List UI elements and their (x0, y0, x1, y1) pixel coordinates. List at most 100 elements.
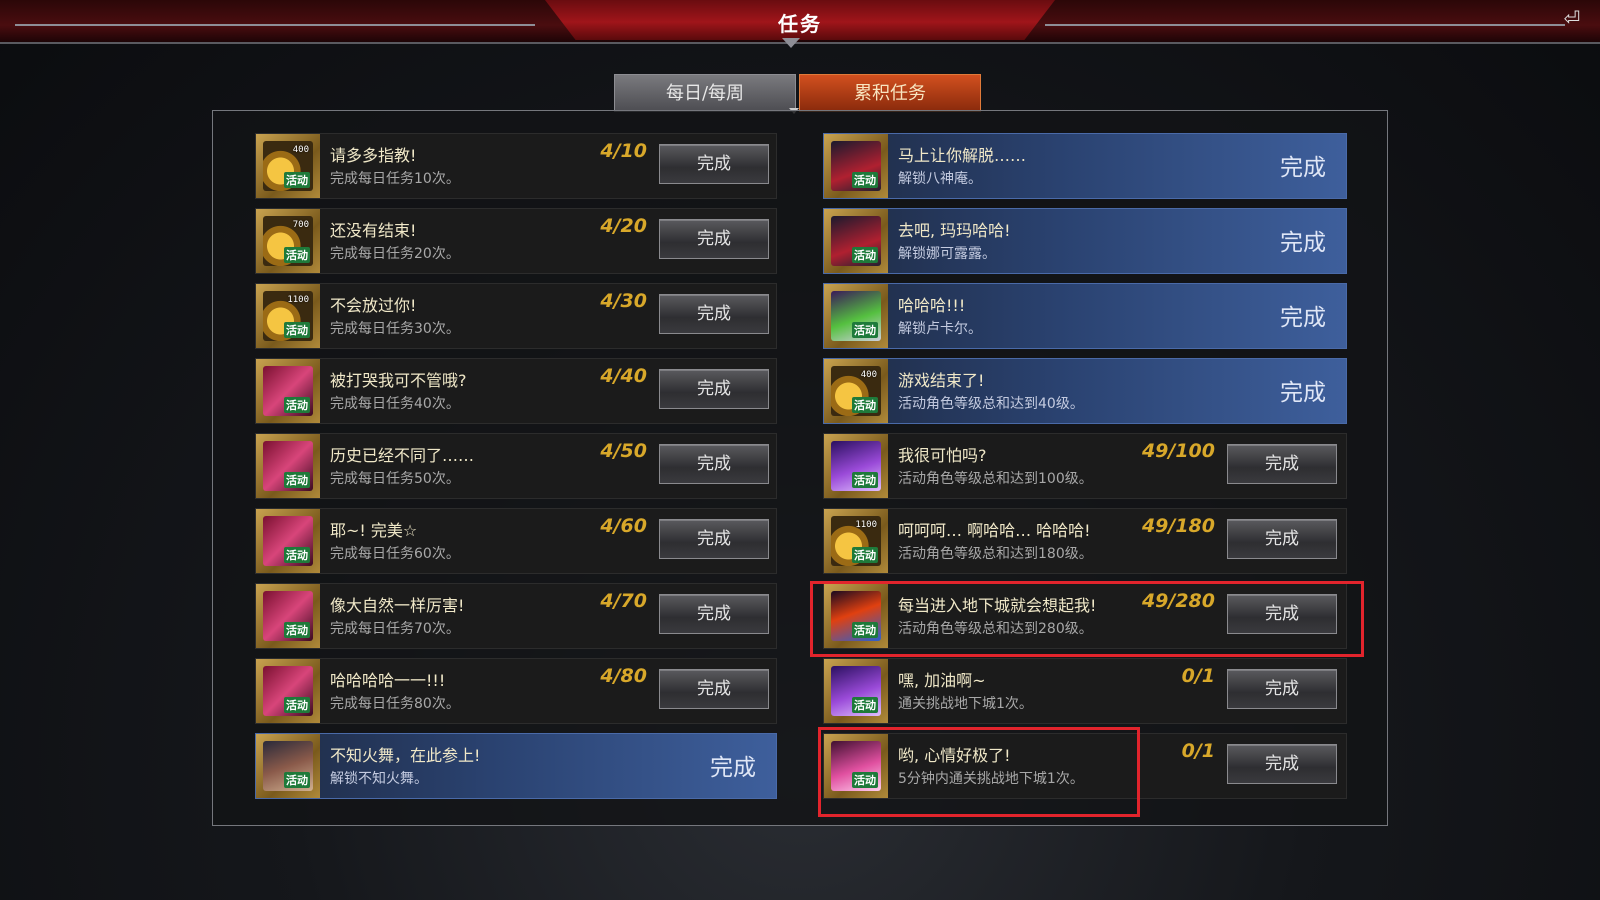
event-badge: 活动 (284, 322, 310, 338)
dancer-portrait-icon: 活动 (263, 741, 313, 791)
quest-row: 活动 哈哈哈哈一一!!! 完成每日任务80次。 4/80 完成 (255, 658, 777, 724)
quest-description: 完成每日任务50次。 (330, 471, 460, 487)
quest-progress: 0/1 (1181, 740, 1215, 762)
complete-button[interactable]: 完成 (1227, 519, 1337, 559)
picture-card-icon: 活动 (263, 591, 313, 641)
icon-frame: 400 活动 (256, 134, 320, 198)
quest-progress: 4/80 (600, 665, 647, 687)
page-title: 任务 (778, 12, 822, 36)
sword-icon: 活动 (831, 591, 881, 641)
complete-button[interactable]: 完成 (1227, 444, 1337, 484)
icon-frame: 活动 (824, 284, 888, 348)
quest-title: 被打哭我可不管哦? (330, 371, 467, 390)
quest-title: 马上让你解脱…… (898, 146, 1027, 165)
complete-button[interactable]: 完成 (659, 294, 769, 334)
complete-button[interactable]: 完成 (1227, 594, 1337, 634)
completed-label: 完成 (1280, 380, 1326, 406)
complete-button[interactable]: 完成 (659, 519, 769, 559)
event-badge: 活动 (284, 172, 310, 188)
quest-description: 活动角色等级总和达到100级。 (898, 471, 1093, 487)
quest-row: 活动 马上让你解脱…… 解锁八神庵。 完成 (823, 133, 1347, 199)
completed-label: 完成 (1280, 305, 1326, 331)
coin-reward-icon: 400 活动 (831, 366, 881, 416)
icon-reward-amount: 700 (292, 220, 309, 230)
quest-row: 活动 去吧, 玛玛哈哈! 解锁娜可露露。 完成 (823, 208, 1347, 274)
icon-frame: 活动 (824, 434, 888, 498)
quest-title: 哈哈哈!!! (898, 296, 966, 315)
quest-description: 解锁八神庵。 (898, 171, 982, 187)
quest-description: 5分钟内通关挑战地下城1次。 (898, 771, 1084, 787)
quest-title: 请多多指教! (330, 146, 417, 165)
complete-button[interactable]: 完成 (1227, 669, 1337, 709)
event-badge: 活动 (284, 472, 310, 488)
icon-frame: 活动 (256, 359, 320, 423)
quest-row: 活动 耶~! 完美☆ 完成每日任务60次。 4/60 完成 (255, 508, 777, 574)
quest-row: 活动 被打哭我可不管哦? 完成每日任务40次。 4/40 完成 (255, 358, 777, 424)
heart-chest-icon: 活动 (831, 741, 881, 791)
icon-frame: 活动 (824, 134, 888, 198)
event-badge: 活动 (852, 697, 878, 713)
quest-description: 完成每日任务30次。 (330, 321, 460, 337)
quest-row: 400 活动 游戏结束了! 活动角色等级总和达到40级。 完成 (823, 358, 1347, 424)
quest-description: 解锁卢卡尔。 (898, 321, 982, 337)
quest-panel: 400 活动 请多多指教! 完成每日任务10次。 4/10 完成 700 活动 还没有结束! 完成… (212, 110, 1388, 826)
complete-button[interactable]: 完成 (659, 369, 769, 409)
quest-title: 每当进入地下城就会想起我! (898, 596, 1097, 615)
character-portrait-icon: 活动 (831, 216, 881, 266)
icon-frame: 1100 活动 (256, 284, 320, 348)
quest-description: 完成每日任务80次。 (330, 696, 460, 712)
quest-progress: 49/180 (1141, 515, 1215, 537)
quest-description: 活动角色等级总和达到40级。 (898, 396, 1084, 412)
character-portrait-icon: 活动 (831, 141, 881, 191)
quest-row: 活动 历史已经不同了…… 完成每日任务50次。 4/50 完成 (255, 433, 777, 499)
quest-progress: 4/20 (600, 215, 647, 237)
quest-description: 完成每日任务60次。 (330, 546, 460, 562)
event-badge: 活动 (852, 772, 878, 788)
complete-button[interactable]: 完成 (659, 444, 769, 484)
coin-reward-icon: 1100 活动 (831, 516, 881, 566)
icon-reward-amount: 1100 (855, 520, 877, 530)
icon-reward-amount: 1100 (287, 295, 309, 305)
quest-row: 1100 活动 不会放过你! 完成每日任务30次。 4/30 完成 (255, 283, 777, 349)
quest-description: 完成每日任务10次。 (330, 171, 460, 187)
quest-description: 完成每日任务20次。 (330, 246, 460, 262)
picture-card-icon: 活动 (263, 666, 313, 716)
quest-title: 耶~! 完美☆ (330, 521, 418, 540)
quest-progress: 4/50 (600, 440, 647, 462)
quest-title: 游戏结束了! (898, 371, 985, 390)
quest-row: 活动 每当进入地下城就会想起我! 活动角色等级总和达到280级。 49/280 完成 (823, 583, 1347, 649)
quest-row: 活动 哈哈哈!!! 解锁卢卡尔。 完成 (823, 283, 1347, 349)
quest-title: 还没有结束! (330, 221, 417, 240)
quest-description: 通关挑战地下城1次。 (898, 696, 1033, 712)
complete-button[interactable]: 完成 (659, 594, 769, 634)
icon-frame: 活动 (824, 209, 888, 273)
complete-button[interactable]: 完成 (659, 219, 769, 259)
quest-description: 解锁娜可露露。 (898, 246, 996, 262)
event-badge: 活动 (284, 772, 310, 788)
quest-row: 活动 哟, 心情好极了! 5分钟内通关挑战地下城1次。 0/1 完成 (823, 733, 1347, 799)
quest-progress: 49/280 (1141, 590, 1215, 612)
complete-button[interactable]: 完成 (659, 669, 769, 709)
quest-title: 去吧, 玛玛哈哈! (898, 221, 1011, 240)
completed-label: 完成 (1280, 230, 1326, 256)
complete-button[interactable]: 完成 (659, 144, 769, 184)
icon-frame: 活动 (824, 584, 888, 648)
quest-title: 像大自然一样厉害! (330, 596, 465, 615)
event-badge: 活动 (284, 547, 310, 563)
icon-frame: 700 活动 (256, 209, 320, 273)
coin-reward-icon: 700 活动 (263, 216, 313, 266)
event-badge: 活动 (852, 322, 878, 338)
quest-row: 1100 活动 呵呵呵… 啊哈哈… 哈哈哈! 活动角色等级总和达到180级。 49/18… (823, 508, 1347, 574)
quest-description: 活动角色等级总和达到180级。 (898, 546, 1093, 562)
tab-cumulative[interactable]: 累积任务 (799, 74, 981, 112)
coin-reward-icon: 400 活动 (263, 141, 313, 191)
complete-button[interactable]: 完成 (1227, 744, 1337, 784)
title-notch (782, 38, 800, 48)
tab-daily-weekly[interactable]: 每日/每周 (614, 74, 796, 112)
quest-progress: 4/70 (600, 590, 647, 612)
icon-frame: 活动 (256, 734, 320, 798)
treasure-chest-icon: 活动 (831, 666, 881, 716)
quest-description: 解锁不知火舞。 (330, 771, 428, 787)
quest-row: 活动 嘿, 加油啊~ 通关挑战地下城1次。 0/1 完成 (823, 658, 1347, 724)
back-icon[interactable]: ⏎ (1560, 6, 1584, 30)
